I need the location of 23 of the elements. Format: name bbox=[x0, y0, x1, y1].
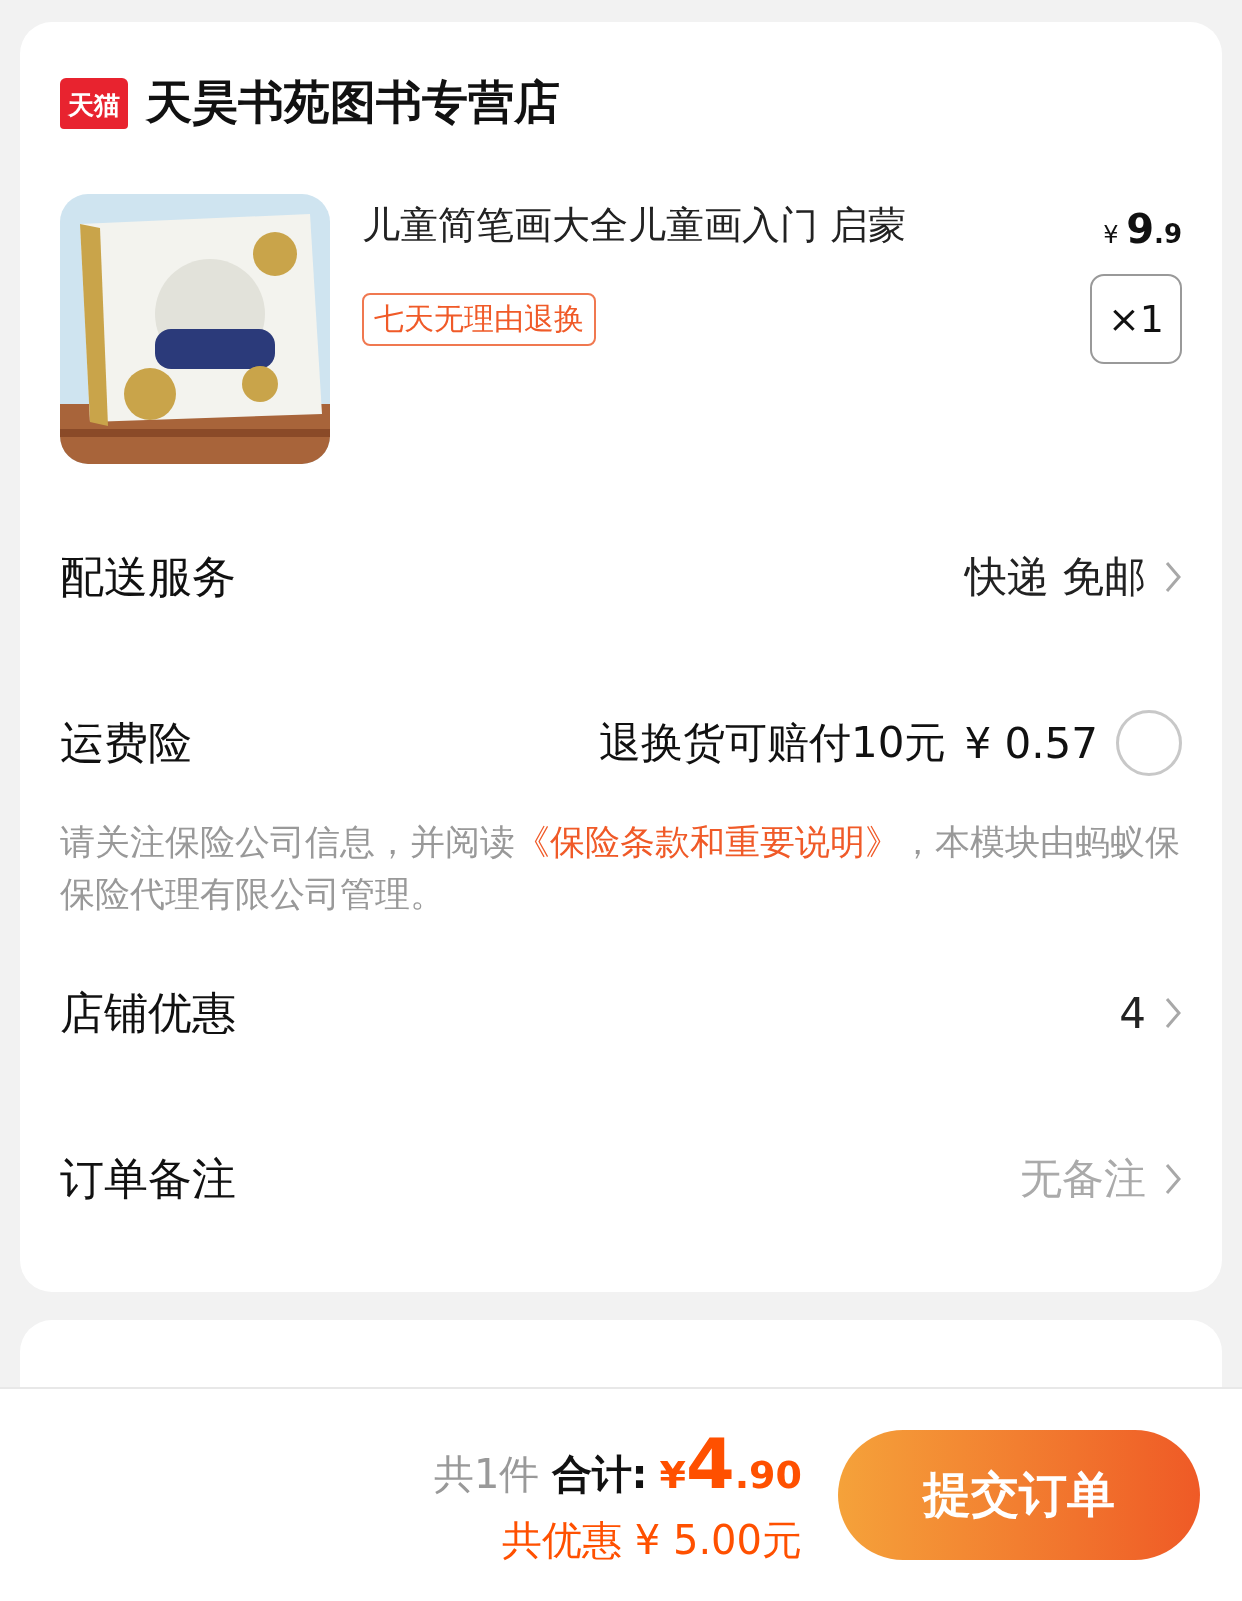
row-label: 订单备注 bbox=[60, 1151, 236, 1206]
row-value[interactable]: 快递 免邮 bbox=[964, 549, 1146, 605]
insurance-price: ¥ 0.57 bbox=[964, 718, 1098, 768]
item-count: 共1件 bbox=[434, 1449, 540, 1499]
return-tag: 七天无理由退换 bbox=[362, 292, 596, 346]
total-label: 合计: bbox=[551, 1449, 648, 1499]
quantity-box[interactable]: ×1 bbox=[1090, 274, 1182, 364]
chevron-right-icon bbox=[1164, 560, 1182, 594]
radio-button[interactable] bbox=[1116, 710, 1182, 776]
chevron-right-icon bbox=[1164, 996, 1182, 1030]
chevron-right-icon bbox=[1164, 1162, 1182, 1196]
store-badge: 天猫 bbox=[60, 77, 128, 129]
product-title[interactable]: 儿童简笔画大全儿童画入门 启蒙 bbox=[362, 200, 907, 251]
row-label: 运费险 bbox=[60, 715, 192, 770]
product-price: ¥ 9.9 bbox=[1103, 206, 1182, 252]
total-price: ¥4.90 bbox=[659, 1422, 802, 1505]
discount-text: 共优惠 ¥ 5.00元 bbox=[502, 1515, 802, 1565]
insurance-note: 请关注保险公司信息，并阅读《保险条款和重要说明》，本模块由蚂蚁保保险代理有限公司管理。 bbox=[60, 821, 1181, 916]
store-name[interactable]: 天昊书苑图书专营店 bbox=[146, 72, 560, 134]
row-label: 店铺优惠 bbox=[60, 985, 236, 1040]
insurance-description: 退换货可赔付10元 bbox=[598, 717, 947, 769]
row-label: 配送服务 bbox=[60, 549, 236, 604]
row-value[interactable]: 4 bbox=[1119, 988, 1146, 1038]
